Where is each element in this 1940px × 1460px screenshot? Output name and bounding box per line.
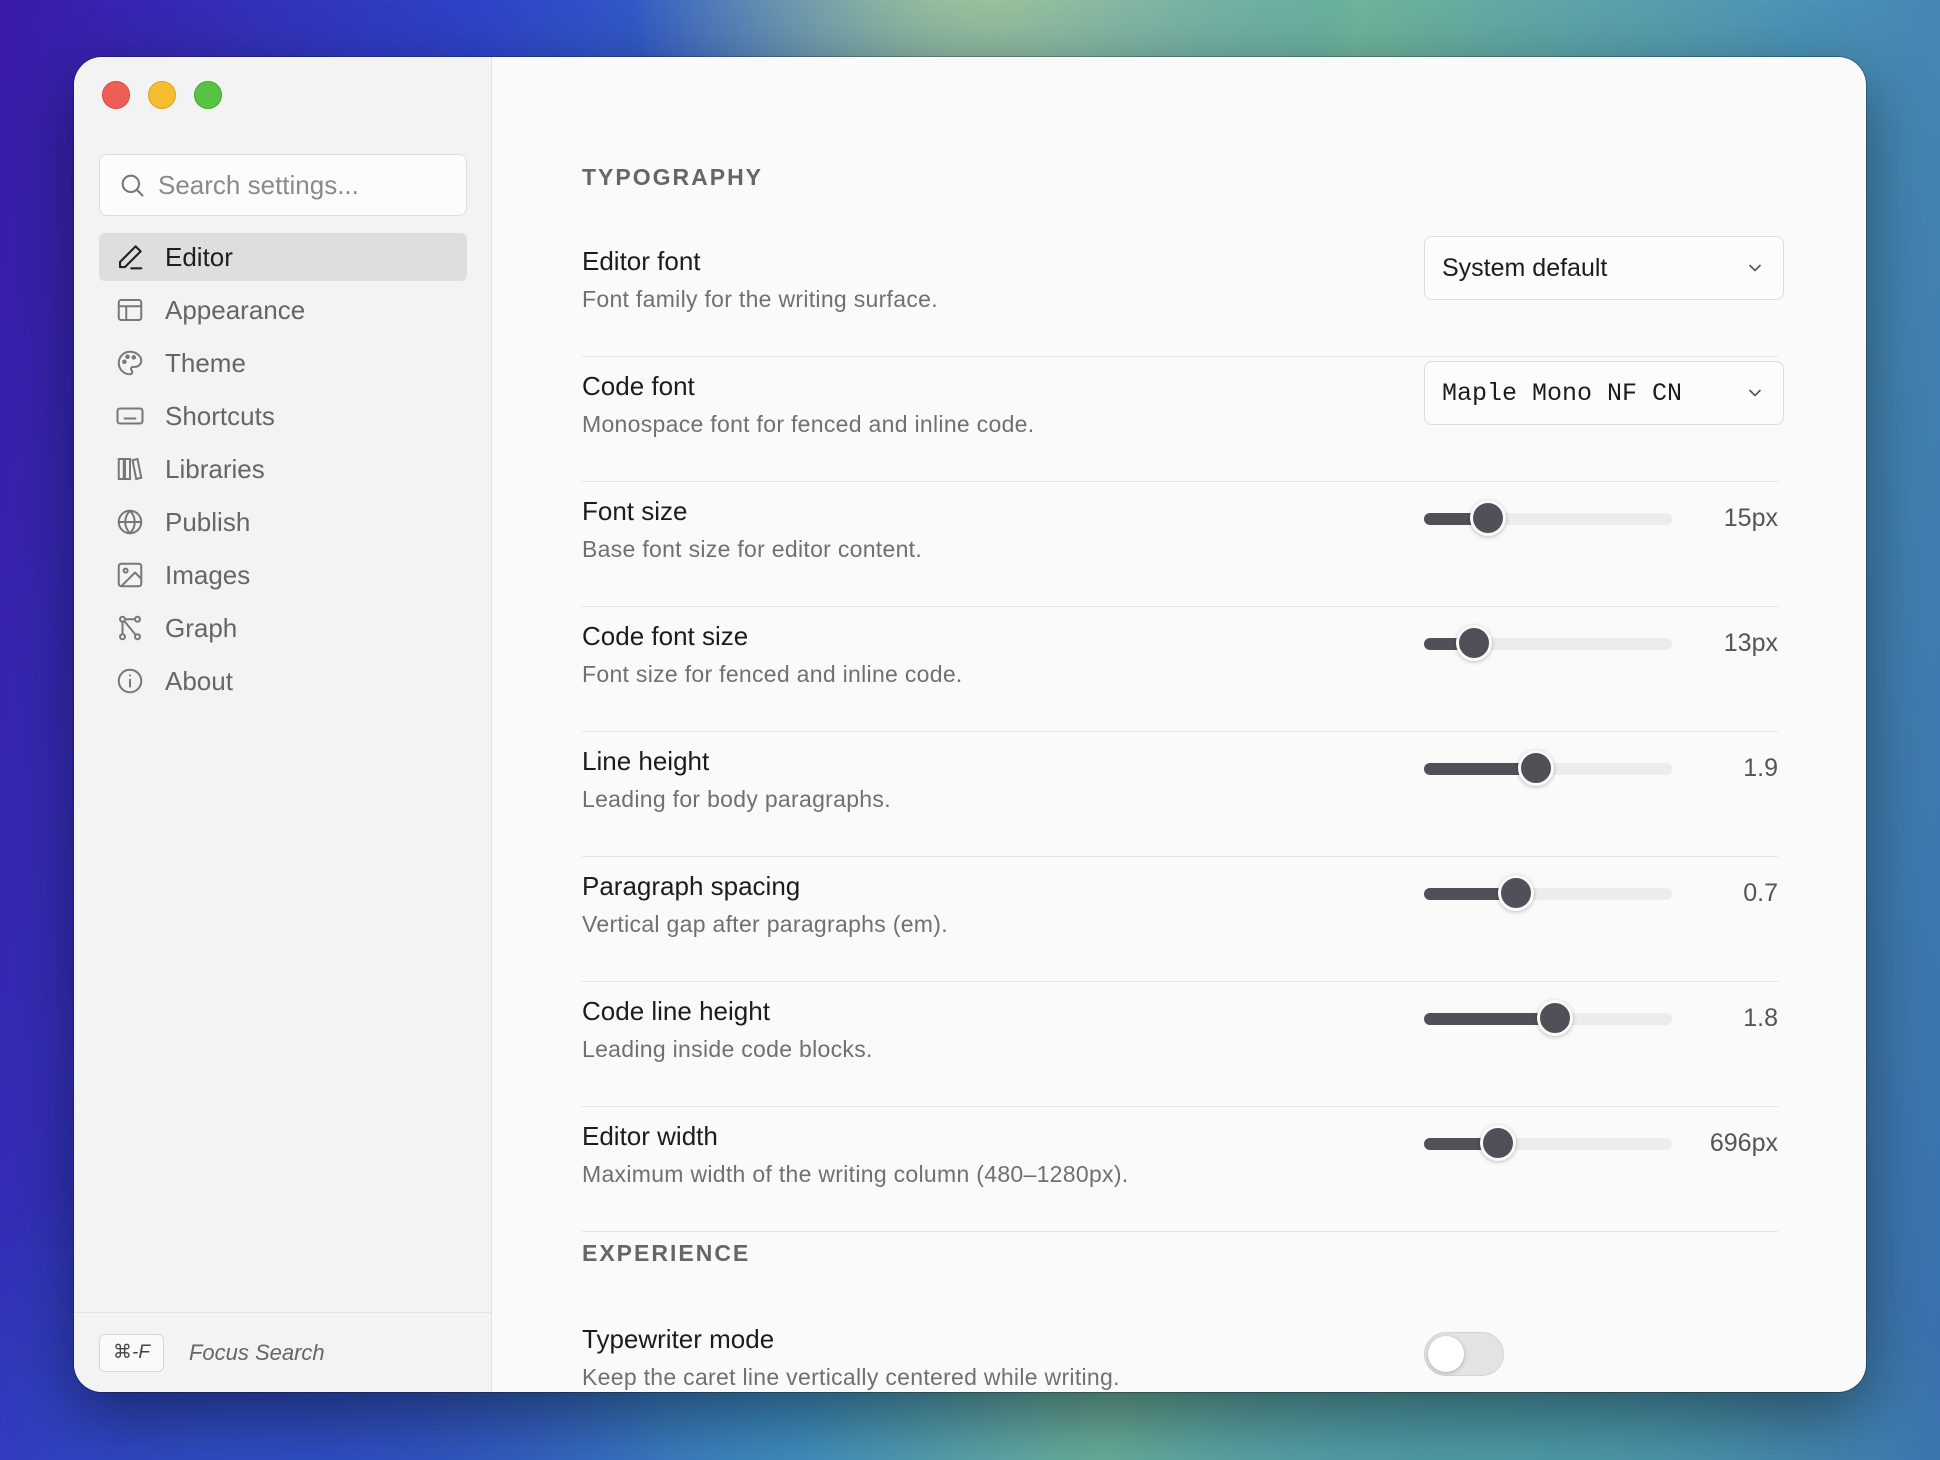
setting-label: Editor width	[582, 1121, 718, 1151]
slider-thumb[interactable]	[1517, 750, 1554, 786]
info-icon	[117, 668, 143, 694]
slider-value: 1.8	[1743, 1004, 1778, 1032]
chevron-down-icon	[1749, 264, 1761, 272]
slider-value: 1.9	[1743, 754, 1778, 782]
typewriter-mode-toggle[interactable]	[1424, 1332, 1504, 1376]
select-value: Maple Mono NF CN	[1442, 378, 1683, 408]
chevron-down-icon	[1749, 389, 1761, 397]
setting-code-line-height: Code line height Leading inside code blo…	[582, 982, 1778, 1107]
paragraph-spacing-slider[interactable]	[1424, 875, 1672, 911]
sidebar-item-label: About	[165, 665, 233, 696]
setting-editor-font: Editor font Font family for the writing …	[582, 232, 1784, 357]
slider-value: 0.7	[1743, 879, 1778, 907]
sidebar-item-about[interactable]: About	[99, 657, 467, 705]
zoom-window-button[interactable]	[194, 81, 222, 109]
code-font-select[interactable]: Maple Mono NF CN	[1424, 361, 1784, 425]
sidebar-item-publish[interactable]: Publish	[99, 498, 467, 546]
sidebar-item-label: Libraries	[165, 453, 265, 484]
setting-editor-width: Editor width Maximum width of the writin…	[582, 1107, 1778, 1232]
sidebar-item-label: Publish	[165, 506, 251, 537]
shortcut-badge: ⌘-F	[99, 1333, 164, 1372]
setting-description: Leading inside code blocks.	[582, 1036, 873, 1062]
settings-content: TYPOGRAPHY Editor font Font family for t…	[492, 57, 1866, 1392]
slider-thumb[interactable]	[1455, 625, 1492, 661]
setting-label: Code line height	[582, 996, 770, 1026]
sidebar-item-appearance[interactable]: Appearance	[99, 286, 467, 334]
setting-description: Maximum width of the writing column (480…	[582, 1161, 1129, 1187]
minimize-window-button[interactable]	[148, 81, 176, 109]
search-input[interactable]	[158, 169, 458, 201]
section-title-typography: TYPOGRAPHY	[582, 164, 764, 190]
setting-label: Typewriter mode	[582, 1324, 775, 1354]
window-controls	[102, 81, 222, 109]
setting-code-font-size: Code font size Font size for fenced and …	[582, 607, 1778, 732]
sidebar-item-graph[interactable]: Graph	[99, 604, 467, 652]
setting-description: Font size for fenced and inline code.	[582, 661, 963, 687]
setting-label: Code font size	[582, 621, 749, 651]
setting-label: Editor font	[582, 246, 701, 276]
slider-value: 696px	[1709, 1129, 1778, 1157]
setting-description: Leading for body paragraphs.	[582, 786, 891, 812]
pencil-icon	[118, 245, 143, 270]
sidebar-item-libraries[interactable]: Libraries	[99, 445, 467, 493]
sidebar-item-label: Appearance	[165, 294, 306, 325]
slider-thumb[interactable]	[1480, 1125, 1517, 1161]
setting-description: Vertical gap after paragraphs (em).	[582, 911, 948, 937]
setting-paragraph-spacing: Paragraph spacing Vertical gap after par…	[582, 857, 1778, 982]
setting-description: Keep the caret line vertically centered …	[582, 1364, 1120, 1390]
image-icon	[117, 562, 143, 588]
sidebar-item-label: Graph	[165, 612, 238, 643]
setting-typewriter-mode: Typewriter mode Keep the caret line vert…	[582, 1310, 1778, 1392]
line-height-slider[interactable]	[1424, 750, 1672, 786]
search-box[interactable]	[99, 154, 467, 216]
setting-line-height: Line height Leading for body paragraphs.…	[582, 732, 1778, 857]
sidebar-item-label: Theme	[165, 347, 246, 378]
slider-value: 13px	[1723, 629, 1778, 657]
settings-window: Editor Appearance Theme Shortcuts Librar…	[74, 57, 1866, 1392]
search-icon	[121, 174, 144, 197]
palette-icon	[117, 350, 143, 376]
layout-icon	[117, 299, 143, 321]
sidebar-item-theme[interactable]: Theme	[99, 339, 467, 387]
editor-font-select[interactable]: System default	[1424, 236, 1784, 300]
sidebar-item-label: Images	[165, 559, 251, 590]
font-size-slider[interactable]	[1424, 500, 1672, 536]
code-font-size-slider[interactable]	[1424, 625, 1672, 661]
sidebar-footer: ⌘-F Focus Search	[74, 1312, 491, 1392]
sidebar-item-images[interactable]: Images	[99, 551, 467, 599]
setting-code-font: Code font Monospace font for fenced and …	[582, 357, 1784, 482]
slider-thumb[interactable]	[1537, 1000, 1574, 1036]
library-icon	[117, 457, 143, 481]
setting-label: Paragraph spacing	[582, 871, 801, 901]
sidebar-item-label: Editor	[165, 241, 233, 272]
slider-value: 15px	[1723, 504, 1778, 532]
setting-description: Base font size for editor content.	[582, 536, 923, 562]
setting-description: Monospace font for fenced and inline cod…	[582, 411, 1035, 437]
close-window-button[interactable]	[102, 81, 130, 109]
keyboard-icon	[116, 407, 144, 425]
sidebar-item-shortcuts[interactable]: Shortcuts	[99, 392, 467, 440]
setting-description: Font family for the writing surface.	[582, 286, 938, 312]
setting-font-size: Font size Base font size for editor cont…	[582, 482, 1778, 607]
sidebar: Editor Appearance Theme Shortcuts Librar…	[74, 57, 492, 1392]
setting-label: Font size	[582, 496, 688, 526]
setting-label: Line height	[582, 746, 710, 776]
focus-search-hint: Focus Search	[188, 1339, 325, 1365]
toggle-knob	[1428, 1336, 1464, 1372]
select-value: System default	[1442, 253, 1608, 282]
sidebar-item-label: Shortcuts	[165, 400, 275, 431]
code-line-height-slider[interactable]	[1424, 1000, 1672, 1036]
graph-icon	[119, 615, 141, 641]
globe-icon	[117, 509, 143, 535]
slider-fill	[1424, 1013, 1556, 1025]
setting-label: Code font	[582, 371, 695, 401]
sidebar-item-editor[interactable]: Editor	[99, 233, 467, 281]
editor-width-slider[interactable]	[1424, 1125, 1672, 1161]
slider-thumb[interactable]	[1497, 875, 1534, 911]
slider-thumb[interactable]	[1470, 500, 1507, 536]
settings-nav: Editor Appearance Theme Shortcuts Librar…	[99, 233, 467, 710]
section-title-experience: EXPERIENCE	[582, 1240, 751, 1266]
